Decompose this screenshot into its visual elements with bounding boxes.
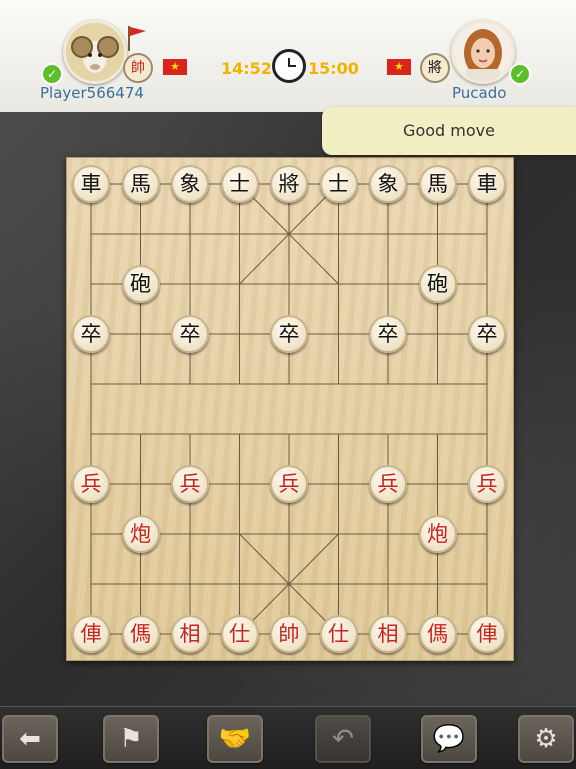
vietnam-flag-icon-left: ★	[163, 59, 187, 75]
ready-check-icon-right: ✓	[509, 63, 531, 85]
black-piece[interactable]: 將	[270, 165, 308, 203]
chat-button[interactable]: 💬	[421, 715, 477, 763]
black-piece[interactable]: 車	[468, 165, 506, 203]
red-piece[interactable]: 傌	[121, 615, 160, 653]
offer-draw-button[interactable]: 🤝	[207, 715, 263, 763]
white-flag-icon: ⚑	[119, 724, 143, 754]
board-grid	[90, 183, 488, 635]
player-side-piece-left: 帥	[123, 53, 153, 83]
black-piece[interactable]: 士	[220, 165, 259, 203]
black-piece[interactable]: 砲	[418, 265, 457, 303]
player-side-piece-right: 將	[420, 53, 450, 83]
player-name-right: Pucado	[452, 84, 507, 102]
black-piece[interactable]: 卒	[369, 315, 407, 353]
black-piece[interactable]: 卒	[468, 315, 506, 353]
red-piece[interactable]: 兵	[72, 465, 110, 503]
red-piece[interactable]: 相	[171, 615, 209, 653]
red-piece[interactable]: 炮	[121, 515, 160, 553]
bottom-toolbar: ⬅ ⚑ 🤝 ↶ 💬 ⚙	[0, 706, 576, 769]
red-piece[interactable]: 兵	[468, 465, 506, 503]
black-piece[interactable]: 卒	[171, 315, 209, 353]
black-piece[interactable]: 車	[72, 165, 110, 203]
ready-check-icon-left: ✓	[41, 63, 63, 85]
black-piece[interactable]: 士	[319, 165, 358, 203]
black-piece[interactable]: 卒	[72, 315, 110, 353]
ram-icon	[66, 23, 124, 81]
resign-button[interactable]: ⚑	[103, 715, 159, 763]
undo-icon: ↶	[332, 724, 354, 754]
gear-icon: ⚙	[534, 724, 558, 754]
player-header: ✓ 帥 ★ Player566474 14:52 15:00 ★ 將 ✓ Puc…	[0, 0, 576, 113]
red-piece[interactable]: 炮	[418, 515, 457, 553]
vietnam-flag-icon-right: ★	[387, 59, 411, 75]
red-piece[interactable]: 兵	[171, 465, 209, 503]
player-avatar-left[interactable]	[63, 20, 127, 84]
red-piece[interactable]: 帥	[270, 615, 308, 653]
speech-bubble-icon: 💬	[432, 724, 466, 754]
red-piece[interactable]: 俥	[72, 615, 110, 653]
clock-icon	[272, 49, 306, 83]
settings-button[interactable]: ⚙	[518, 715, 574, 763]
girl-portrait-icon	[454, 23, 512, 81]
turn-flag-icon	[128, 26, 146, 51]
black-piece[interactable]: 砲	[121, 265, 160, 303]
undo-button[interactable]: ↶	[315, 715, 371, 763]
red-piece[interactable]: 仕	[319, 615, 358, 653]
arrow-left-icon: ⬅	[19, 724, 41, 754]
red-piece[interactable]: 兵	[270, 465, 308, 503]
black-piece[interactable]: 馬	[121, 165, 160, 203]
player-name-left: Player566474	[40, 84, 144, 102]
xiangqi-board[interactable]: 車馬象士將士象馬車砲砲卒卒卒卒卒兵兵兵兵兵炮炮俥傌相仕帥仕相傌俥	[66, 157, 514, 661]
player-timer-right: 15:00	[308, 59, 359, 78]
handshake-icon: 🤝	[218, 724, 252, 754]
red-piece[interactable]: 俥	[468, 615, 506, 653]
chat-toast: Good move	[322, 107, 576, 155]
red-piece[interactable]: 相	[369, 615, 407, 653]
red-piece[interactable]: 兵	[369, 465, 407, 503]
player-avatar-right[interactable]	[451, 20, 515, 84]
black-piece[interactable]: 象	[369, 165, 407, 203]
black-piece[interactable]: 馬	[418, 165, 457, 203]
back-button[interactable]: ⬅	[2, 715, 58, 763]
black-piece[interactable]: 卒	[270, 315, 308, 353]
black-piece[interactable]: 象	[171, 165, 209, 203]
player-timer-left: 14:52	[221, 59, 272, 78]
red-piece[interactable]: 傌	[418, 615, 457, 653]
red-piece[interactable]: 仕	[220, 615, 259, 653]
